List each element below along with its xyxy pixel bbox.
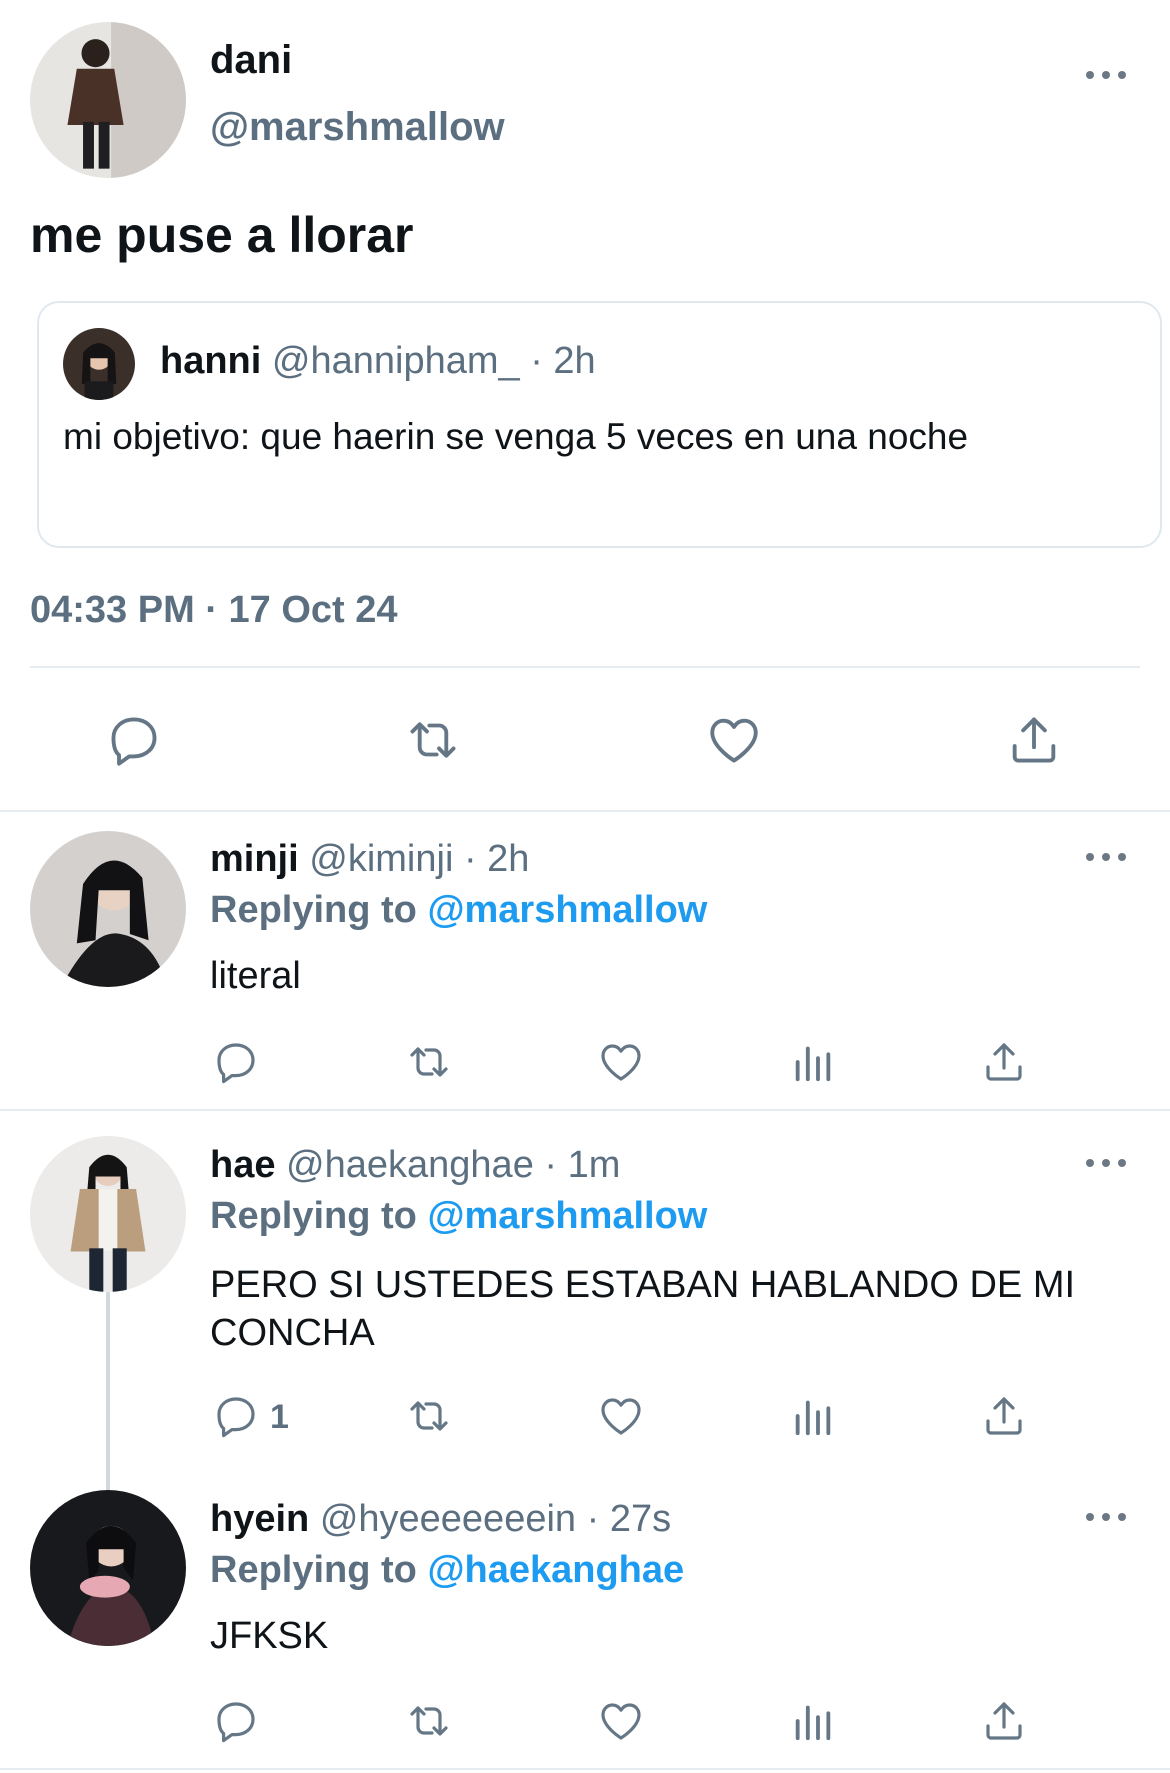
- author-handle[interactable]: @marshmallow: [210, 105, 505, 150]
- share-icon[interactable]: [980, 1038, 1028, 1086]
- avatar-hyein[interactable]: [30, 1490, 186, 1646]
- like-icon[interactable]: [596, 1392, 646, 1440]
- stats-icon[interactable]: [790, 1697, 836, 1745]
- reply-icon[interactable]: [212, 1392, 260, 1440]
- replying-to-link[interactable]: @haekanghae: [427, 1549, 684, 1591]
- share-icon[interactable]: [1005, 711, 1063, 769]
- reply-icon[interactable]: [212, 1697, 260, 1745]
- reply-icon[interactable]: [212, 1038, 260, 1086]
- divider: [0, 1109, 1170, 1111]
- reply-time: · 1m: [544, 1144, 621, 1186]
- reply-text: JFKSK: [210, 1615, 329, 1657]
- reply-display-name[interactable]: minji: [210, 838, 299, 880]
- quoted-handle[interactable]: @hannipham_: [272, 340, 520, 382]
- quoted-time: · 2h: [530, 340, 596, 382]
- retweet-icon[interactable]: [401, 1392, 457, 1440]
- like-icon[interactable]: [596, 1038, 646, 1086]
- reply-handle[interactable]: @hyeeeeeeein: [320, 1498, 576, 1540]
- reply-text: PERO SI USTEDES ESTABAN HABLANDO DE MI C…: [210, 1264, 1076, 1354]
- reply-icon[interactable]: [105, 711, 163, 769]
- like-icon[interactable]: [704, 711, 764, 769]
- retweet-icon[interactable]: [401, 1697, 457, 1745]
- avatar-hanni[interactable]: [63, 328, 135, 400]
- reply-display-name[interactable]: hae: [210, 1144, 275, 1186]
- share-icon[interactable]: [980, 1392, 1028, 1440]
- retweet-icon[interactable]: [401, 711, 465, 769]
- replying-to-label: Replying to: [210, 889, 417, 931]
- quoted-display-name[interactable]: hanni: [160, 340, 261, 382]
- like-icon[interactable]: [596, 1697, 646, 1745]
- replying-to-label: Replying to: [210, 1549, 417, 1591]
- thread-line: [106, 1292, 110, 1490]
- author-display-name[interactable]: dani: [210, 38, 292, 83]
- tweet-text: me puse a llorar: [30, 207, 414, 263]
- reply-count: 1: [270, 1398, 289, 1436]
- reply-display-name[interactable]: hyein: [210, 1498, 309, 1540]
- divider: [0, 810, 1170, 812]
- reply-handle[interactable]: @haekanghae: [286, 1144, 534, 1186]
- tweet-timestamp[interactable]: 04:33 PM · 17 Oct 24: [30, 589, 398, 632]
- reply-time: · 27s: [586, 1498, 672, 1540]
- divider: [0, 1768, 1170, 1770]
- reply-handle[interactable]: @kiminji: [309, 838, 453, 880]
- more-icon[interactable]: [1086, 1153, 1126, 1173]
- divider: [30, 666, 1140, 668]
- avatar-dani[interactable]: [30, 22, 186, 178]
- avatar-hae[interactable]: [30, 1136, 186, 1292]
- stats-icon[interactable]: [790, 1392, 836, 1440]
- quoted-tweet-text: mi objetivo: que haerin se venga 5 veces…: [63, 416, 969, 457]
- reply-text: literal: [210, 955, 301, 997]
- share-icon[interactable]: [980, 1697, 1028, 1745]
- more-icon[interactable]: [1086, 65, 1126, 85]
- retweet-icon[interactable]: [401, 1038, 457, 1086]
- avatar-minji[interactable]: [30, 831, 186, 987]
- replying-to-link[interactable]: @marshmallow: [427, 889, 707, 931]
- more-icon[interactable]: [1086, 847, 1126, 867]
- stats-icon[interactable]: [790, 1038, 836, 1086]
- reply-time: · 2h: [463, 838, 530, 880]
- replying-to-label: Replying to: [210, 1195, 417, 1237]
- replying-to-link[interactable]: @marshmallow: [427, 1195, 707, 1237]
- more-icon[interactable]: [1086, 1507, 1126, 1527]
